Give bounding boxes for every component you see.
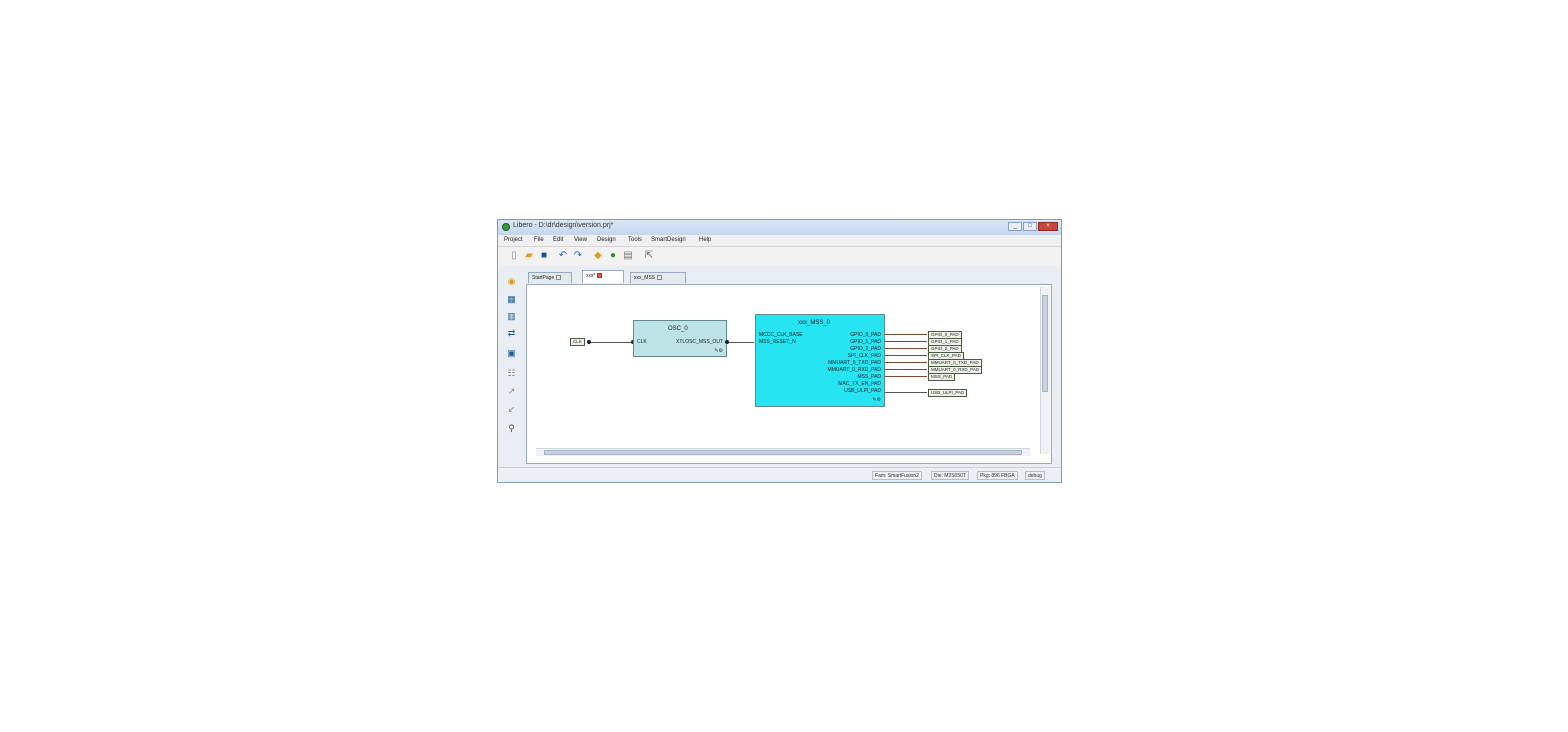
collapse-icon[interactable]: ↙ — [505, 404, 518, 415]
block-title: xxx_MSS_0 — [798, 320, 831, 326]
port-label: MAC_TX_EN_PAD — [838, 381, 881, 387]
wire — [885, 376, 927, 377]
expand-icon[interactable]: ↗ — [505, 386, 518, 397]
port-label: SPI_CLK_PAD — [847, 353, 881, 359]
menu-view[interactable]: View — [574, 237, 587, 243]
close-button[interactable]: × — [1038, 222, 1058, 231]
main-toolbar: ▯ ▰ ■ ↶ ↷ ◆ ● ▤ ⇱ — [498, 247, 1061, 266]
build-icon[interactable]: ◆ — [592, 250, 604, 262]
tab-xxx-mss[interactable]: xxx_MSS — [630, 272, 686, 283]
port-label: MMUART_0_RXD_PAD — [827, 367, 881, 373]
export-icon[interactable]: ⇱ — [643, 250, 655, 262]
port-label: USB_ULPI_PAD — [844, 388, 881, 394]
net-label-clk[interactable]: CLK — [570, 338, 585, 346]
smartdesign-canvas[interactable]: CLK OSC_0 CLK XTLOSC_MSS_OUT ✎⚙ xxx_MSS_… — [526, 284, 1052, 464]
port-label: GPIO_1_PAD — [850, 339, 881, 345]
osc-block[interactable]: OSC_0 CLK XTLOSC_MSS_OUT ✎⚙ — [633, 320, 727, 357]
connect-icon[interactable]: ⇄ — [505, 328, 518, 339]
scroll-thumb[interactable] — [544, 450, 1022, 455]
tab-xxx[interactable]: xxx* — [582, 270, 624, 283]
menu-tools[interactable]: Tools — [628, 237, 642, 243]
vertical-scrollbar[interactable] — [1040, 287, 1050, 454]
wire — [885, 392, 927, 393]
libero-window: Libero - D:\dr\design\version.prj* _ □ ×… — [497, 219, 1062, 483]
port-label: MSS_RESET_N — [759, 339, 796, 345]
open-folder-icon[interactable]: ▰ — [523, 250, 535, 262]
edit-icon[interactable]: ✎⚙ — [872, 397, 881, 403]
grid-icon[interactable]: ▦ — [505, 294, 518, 305]
wire — [885, 355, 927, 356]
port-label: MMUART_0_TXD_PAD — [828, 360, 881, 366]
window-title: Libero - D:\dr\design\version.prj* — [513, 222, 614, 229]
sheet-icon[interactable]: ☷ — [505, 368, 518, 379]
save-icon[interactable]: ■ — [538, 250, 550, 262]
wire — [885, 334, 927, 335]
port-label: GPIO_0_PAD — [850, 332, 881, 338]
menu-bar: Project File Edit View Design Tools Smar… — [498, 235, 1061, 247]
port-label: MSS_PAD — [857, 374, 881, 380]
scroll-thumb[interactable] — [1042, 295, 1048, 392]
wire — [588, 342, 633, 343]
pin-dot — [587, 340, 591, 344]
port-label: CLK — [637, 339, 647, 345]
redo-icon[interactable]: ↷ — [572, 250, 584, 262]
menu-edit[interactable]: Edit — [553, 237, 563, 243]
minimize-button[interactable]: _ — [1008, 222, 1022, 231]
close-icon[interactable] — [597, 273, 603, 279]
title-bar: Libero - D:\dr\design\version.prj* _ □ × — [498, 220, 1061, 235]
status-family: Fam: SmartFusion2 — [872, 471, 922, 480]
menu-help[interactable]: Help — [699, 237, 711, 243]
pin-dot — [725, 340, 729, 344]
menu-file[interactable]: File — [534, 237, 544, 243]
tab-startpage[interactable]: StartPage — [528, 272, 572, 283]
status-device: Die: M2S050T — [931, 471, 969, 480]
wire — [885, 369, 927, 370]
net-label-mss[interactable]: MSS_PAD — [928, 373, 956, 381]
status-package: Pkg: 896 FBGA — [977, 471, 1018, 480]
zoom-icon[interactable]: ⚲ — [505, 423, 518, 434]
port-label: XTLOSC_MSS_OUT — [676, 339, 723, 345]
menu-smartdesign[interactable]: SmartDesign — [651, 237, 686, 243]
port-label: GPIO_2_PAD — [850, 346, 881, 352]
status-mode: debug — [1025, 471, 1045, 480]
design-flow-icon[interactable]: ◉ — [505, 276, 518, 287]
run-icon[interactable]: ● — [607, 250, 619, 262]
tab-label: StartPage — [532, 275, 555, 281]
tab-label: xxx_MSS — [634, 275, 656, 281]
wire — [727, 342, 754, 343]
mss-block[interactable]: xxx_MSS_0 MCCC_CLK_BASE MSS_RESET_N GPIO… — [755, 314, 885, 407]
undo-icon[interactable]: ↶ — [557, 250, 569, 262]
status-bar: Fam: SmartFusion2 Die: M2S050T Pkg: 896 … — [498, 467, 1061, 482]
menu-project[interactable]: Project — [504, 237, 523, 243]
close-icon[interactable] — [556, 275, 562, 281]
report-icon[interactable]: ▤ — [622, 250, 634, 262]
new-file-icon[interactable]: ▯ — [508, 250, 520, 262]
edit-icon[interactable]: ✎⚙ — [714, 348, 723, 354]
left-toolbar: ◉ ▦ ▥ ⇄ ▣ ☷ ↗ ↙ ⚲ — [501, 270, 523, 465]
tab-label: xxx* — [586, 273, 596, 279]
maximize-button[interactable]: □ — [1023, 222, 1037, 231]
block-title: OSC_0 — [668, 326, 688, 332]
wire — [885, 341, 927, 342]
horizontal-scrollbar[interactable] — [536, 448, 1030, 456]
menu-design[interactable]: Design — [597, 237, 616, 243]
net-label-usb-ulpi[interactable]: USB_ULPI_PAD — [928, 389, 968, 397]
close-icon[interactable] — [657, 275, 663, 281]
wire — [885, 348, 927, 349]
port-label: MCCC_CLK_BASE — [759, 332, 803, 338]
app-icon — [502, 223, 510, 231]
wire — [885, 362, 927, 363]
pins-icon[interactable]: ▣ — [505, 348, 518, 359]
tab-bar: StartPage xxx* xxx_MSS — [526, 270, 1046, 284]
layout-icon[interactable]: ▥ — [505, 311, 518, 322]
